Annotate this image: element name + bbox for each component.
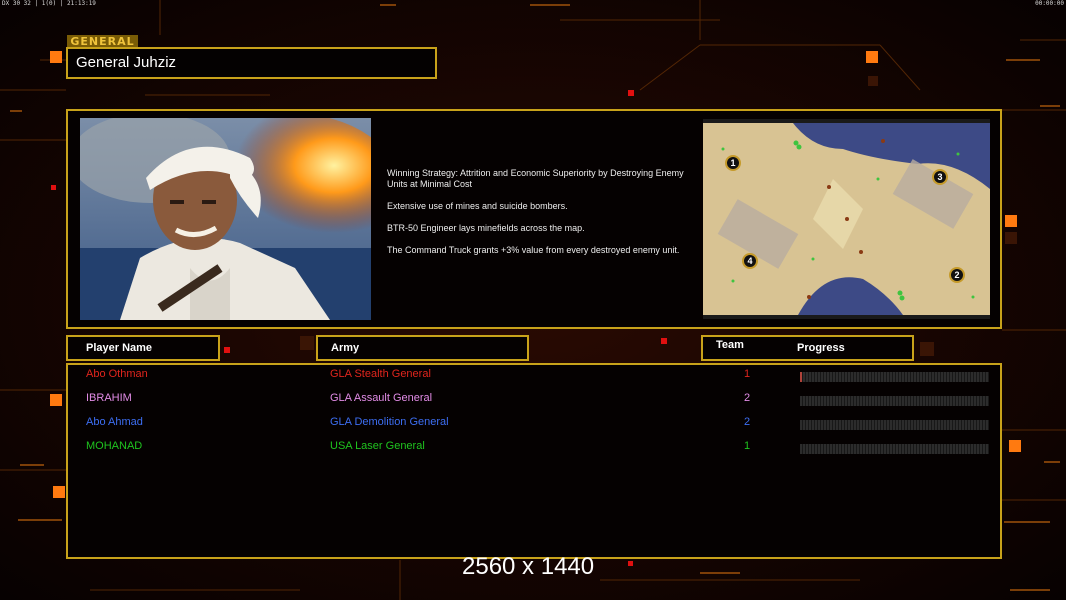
hud-status: DX 30 32 | 1(0) | 21:13:19 — [2, 0, 96, 7]
start-position-2: 2 — [949, 267, 965, 283]
player-army: USA Laser General — [330, 440, 425, 452]
table-row: IBRAHIM GLA Assault General 2 — [68, 392, 1000, 416]
player-army: GLA Stealth General — [330, 368, 431, 380]
header-army: Army — [316, 335, 529, 361]
strategy-line: Extensive use of mines and suicide bombe… — [387, 201, 568, 211]
player-name: IBRAHIM — [86, 392, 132, 404]
general-strategy: Winning Strategy: Attrition and Economic… — [387, 168, 693, 267]
progress-fill — [800, 372, 802, 382]
header-player-label: Player Name — [86, 342, 153, 354]
start-position-1: 1 — [725, 155, 741, 171]
progress-bar — [800, 420, 989, 430]
strategy-line: The Command Truck grants +3% value from … — [387, 245, 680, 255]
map-preview: 1 2 3 4 — [703, 119, 990, 319]
start-position-4: 4 — [742, 253, 758, 269]
player-team: 1 — [744, 440, 751, 452]
player-team: 2 — [744, 392, 751, 404]
start-position-3: 3 — [932, 169, 948, 185]
header-player-name: Player Name — [66, 335, 220, 361]
strategy-line: Winning Strategy: Attrition and Economic… — [387, 168, 684, 189]
header-army-label: Army — [331, 342, 360, 354]
resolution-label: 2560 x 1440 — [462, 553, 595, 580]
players-table: Abo Othman GLA Stealth General 1 IBRAHIM… — [66, 363, 1002, 559]
player-team: 2 — [744, 416, 751, 428]
player-name: Abo Ahmad — [86, 416, 143, 428]
header-team-label: Team — [716, 339, 744, 351]
general-name: General Juhziz — [66, 47, 437, 79]
player-army: GLA Assault General — [330, 392, 433, 404]
table-row: Abo Othman GLA Stealth General 1 — [68, 368, 1000, 392]
header-progress-label: Progress — [797, 342, 845, 354]
progress-bar — [800, 444, 989, 454]
general-portrait — [80, 118, 371, 320]
hud-clock: 00:00:00 — [1035, 0, 1064, 7]
table-row: MOHANAD USA Laser General 1 — [68, 440, 1000, 464]
progress-bar — [800, 372, 989, 382]
player-team: 1 — [744, 368, 751, 380]
table-row: Abo Ahmad GLA Demolition General 2 — [68, 416, 1000, 440]
progress-bar — [800, 396, 989, 406]
header-team-progress: Team Progress — [701, 335, 914, 361]
player-name: Abo Othman — [86, 368, 148, 380]
player-army: GLA Demolition General — [330, 416, 449, 428]
strategy-line: BTR-50 Engineer lays minefields across t… — [387, 223, 585, 233]
player-name: MOHANAD — [86, 440, 143, 452]
